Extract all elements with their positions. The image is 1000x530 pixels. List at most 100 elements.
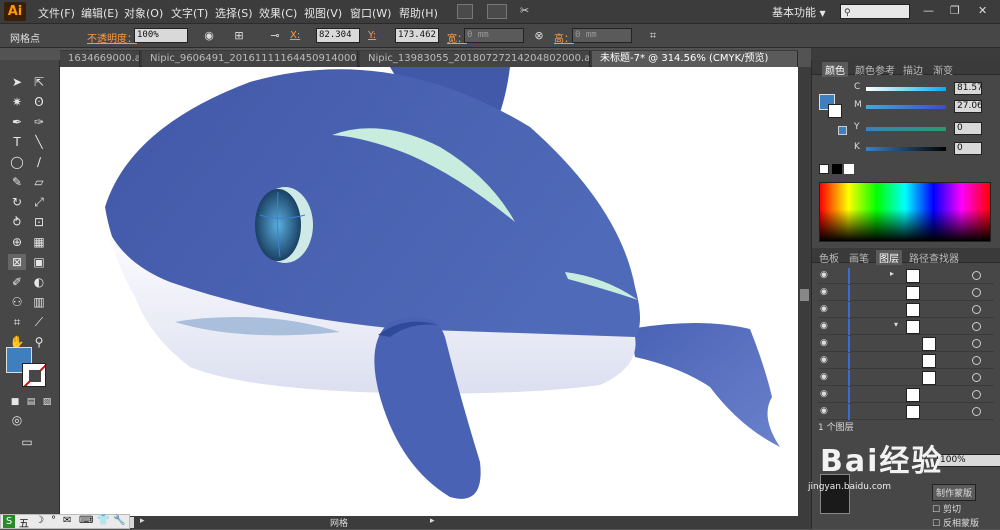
yellow-value-field[interactable]: 0 — [954, 122, 982, 135]
black-value-field[interactable]: 0 — [954, 142, 982, 155]
tab-pathfinder[interactable]: 路径查找器 — [906, 250, 962, 265]
visibility-eye-icon[interactable]: ◉ — [820, 389, 828, 399]
artboard-tool-icon[interactable]: ⌗ — [8, 314, 26, 330]
opacity-field[interactable]: 100% — [134, 28, 188, 43]
visibility-eye-icon[interactable]: ◉ — [820, 338, 828, 348]
ime-mode[interactable]: 五 — [19, 515, 29, 530]
punctuation-icon[interactable]: ° — [51, 515, 56, 526]
sogou-icon[interactable]: S — [3, 515, 15, 528]
tab-document-1[interactable]: 1634669000.ai* — [60, 51, 140, 67]
magenta-value-field[interactable]: 27.06 — [954, 100, 983, 113]
menu-view[interactable]: 视图(V) — [304, 5, 342, 21]
scale-tool-icon[interactable]: ⤢ — [30, 194, 48, 210]
direct-selection-tool-icon[interactable]: ⇱ — [30, 74, 48, 90]
layer-row[interactable]: ◉ — [818, 302, 994, 318]
layer-row[interactable]: ◉ ▾ — [818, 319, 994, 335]
x-field[interactable]: 82.304 — [316, 28, 360, 43]
column-graph-tool-icon[interactable]: ▥ — [30, 294, 48, 310]
target-icon[interactable] — [972, 407, 981, 416]
menu-file[interactable]: 文件(F) — [38, 5, 75, 21]
gpu-performance-icon[interactable]: ✂ — [520, 4, 529, 17]
selection-tool-icon[interactable]: ➤ — [8, 74, 26, 90]
width-field[interactable]: 0 mm — [464, 28, 524, 43]
expand-arrow-icon[interactable]: ▸ — [890, 269, 894, 278]
visibility-eye-icon[interactable]: ◉ — [820, 304, 828, 314]
visibility-eye-icon[interactable]: ◉ — [820, 372, 828, 382]
target-icon[interactable] — [972, 305, 981, 314]
link-proportions-icon[interactable]: ⊗ — [532, 29, 546, 43]
moon-icon[interactable]: ☽ — [35, 515, 44, 526]
pencil-tool-icon[interactable]: ✎ — [8, 174, 26, 190]
target-icon[interactable] — [972, 356, 981, 365]
layer-row[interactable]: ◉ ▸ — [818, 268, 994, 284]
menu-object[interactable]: 对象(O) — [124, 5, 163, 21]
tab-layers[interactable]: 图层 — [876, 250, 902, 265]
transform-icon[interactable]: ⊸ — [268, 29, 282, 43]
page-next-icon[interactable]: ▸ — [140, 516, 145, 526]
line-tool-icon[interactable]: ╲ — [30, 134, 48, 150]
scroll-thumb[interactable] — [800, 289, 809, 301]
lasso-tool-icon[interactable]: ʘ — [30, 94, 48, 110]
out-of-gamut-swatch[interactable] — [838, 126, 847, 135]
gradient-tool-icon[interactable]: ▣ — [30, 254, 48, 270]
screen-mode-icon[interactable]: ▭ — [18, 434, 36, 450]
none-mode-icon[interactable]: ▨ — [38, 394, 56, 410]
menu-select[interactable]: 选择(S) — [215, 5, 253, 21]
blend-tool-icon[interactable]: ◐ — [30, 274, 48, 290]
y-field[interactable]: 173.462 — [395, 28, 439, 43]
collapse-arrow-icon[interactable]: ▾ — [894, 320, 898, 329]
warp-tool-icon[interactable]: ⥁ — [8, 214, 26, 230]
stroke-color-swatch[interactable] — [22, 363, 46, 387]
menu-effect[interactable]: 效果(C) — [259, 5, 297, 21]
x-label[interactable]: X: — [290, 30, 300, 41]
mesh-tool-icon[interactable]: ⊠ — [8, 254, 26, 270]
vertical-scrollbar[interactable] — [798, 67, 811, 516]
white-swatch[interactable] — [844, 164, 854, 174]
magenta-slider[interactable] — [866, 105, 946, 109]
mail-icon[interactable]: ✉ — [63, 515, 71, 526]
target-icon[interactable] — [972, 288, 981, 297]
visibility-eye-icon[interactable]: ◉ — [820, 321, 828, 331]
drawing-mode-icon[interactable]: ◎ — [8, 412, 26, 428]
restore-button[interactable]: ❐ — [950, 4, 960, 17]
type-tool-icon[interactable]: T — [8, 134, 26, 150]
visibility-eye-icon[interactable]: ◉ — [820, 406, 828, 416]
target-icon[interactable] — [972, 339, 981, 348]
eraser-tool-icon[interactable]: ▱ — [30, 174, 48, 190]
magic-wand-tool-icon[interactable]: ✷ — [8, 94, 26, 110]
perspective-grid-tool-icon[interactable]: ▦ — [30, 234, 48, 250]
target-icon[interactable] — [972, 373, 981, 382]
minimize-button[interactable]: — — [923, 4, 934, 17]
bridge-icon[interactable] — [457, 4, 473, 19]
cyan-value-field[interactable]: 81.57 — [954, 82, 983, 95]
status-menu-icon[interactable]: ▸ — [430, 516, 435, 526]
cyan-slider[interactable] — [866, 87, 946, 91]
height-label[interactable]: 高： — [554, 30, 574, 45]
layer-row[interactable]: ◉ — [818, 336, 994, 352]
tab-document-active[interactable]: 未标题-7* @ 314.56% (CMYK/预览) — [592, 51, 798, 67]
tab-stroke[interactable]: 描边 — [900, 62, 926, 77]
visibility-eye-icon[interactable]: ◉ — [820, 355, 828, 365]
keyboard-icon[interactable]: ⌨ — [79, 515, 93, 526]
align-icon[interactable]: ⊞ — [232, 29, 246, 43]
arrange-documents-icon[interactable] — [487, 4, 507, 19]
recolor-icon[interactable]: ◉ — [202, 29, 216, 43]
black-swatch[interactable] — [832, 164, 842, 174]
clip-checkbox[interactable]: ☐ 剪切 — [932, 502, 961, 515]
pen-tool-icon[interactable]: ✒ — [8, 114, 26, 130]
menu-edit[interactable]: 编辑(E) — [81, 5, 119, 21]
paintbrush-tool-icon[interactable]: ∕ — [30, 154, 48, 170]
rotate-tool-icon[interactable]: ↻ — [8, 194, 26, 210]
menu-type[interactable]: 文字(T) — [171, 5, 208, 21]
skin-icon[interactable]: 👕 — [97, 515, 109, 526]
menu-window[interactable]: 窗口(W) — [350, 5, 391, 21]
invert-mask-checkbox[interactable]: ☐ 反相蒙版 — [932, 516, 979, 529]
tab-color-guide[interactable]: 颜色参考 — [852, 62, 898, 77]
isolate-icon[interactable]: ⌗ — [646, 29, 660, 43]
tab-color[interactable]: 颜色 — [822, 62, 848, 77]
tab-swatches[interactable]: 色板 — [816, 250, 842, 265]
menu-help[interactable]: 帮助(H) — [399, 5, 438, 21]
yellow-slider[interactable] — [866, 127, 946, 131]
close-button[interactable]: ✕ — [978, 4, 987, 17]
target-icon[interactable] — [972, 390, 981, 399]
